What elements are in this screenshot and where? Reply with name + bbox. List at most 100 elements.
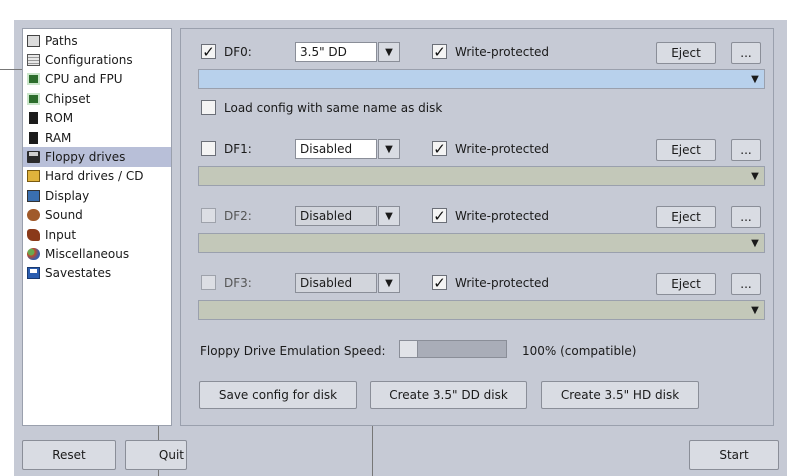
df0-type-select[interactable]: 3.5" DD	[295, 42, 377, 62]
sidebar-item-label: Paths	[45, 33, 78, 48]
df3-write-protected-checkbox[interactable]: ✓	[432, 275, 447, 290]
df3-type-select[interactable]: Disabled	[295, 273, 377, 293]
sidebar-item-label: Input	[45, 227, 77, 242]
miscellaneous-icon	[27, 247, 40, 260]
df2-enabled-checkbox[interactable]	[201, 208, 216, 223]
df2-path-field[interactable]	[198, 233, 765, 253]
df3-browse-button[interactable]: ...	[731, 273, 761, 295]
rom-icon	[29, 112, 38, 125]
df0-path-dropdown-arrow[interactable]: ▼	[745, 70, 765, 88]
df2-type-value: Disabled	[300, 209, 353, 223]
sidebar-item-label: Floppy drives	[45, 150, 126, 165]
sidebar-item-miscellaneous[interactable]: Miscellaneous	[23, 244, 171, 263]
df3-path-field[interactable]	[198, 300, 765, 320]
df0-type-value: 3.5" DD	[300, 45, 347, 59]
df1-write-protected-label: Write-protected	[455, 142, 550, 156]
sidebar-item-label: Miscellaneous	[45, 246, 130, 261]
sidebar-item-label: ROM	[45, 111, 74, 126]
df3-label: DF3:	[224, 276, 252, 290]
sidebar-item-hard-drives[interactable]: Hard drives / CD	[23, 167, 171, 186]
df3-write-protected-label: Write-protected	[455, 276, 550, 290]
sidebar-item-configurations[interactable]: Configurations	[23, 50, 171, 69]
df3-eject-button[interactable]: Eject	[656, 273, 716, 295]
df0-browse-button[interactable]: ...	[731, 42, 761, 64]
sidebar-item-label: Chipset	[45, 91, 91, 106]
df1-path-dropdown-arrow[interactable]: ▼	[745, 167, 765, 185]
df0-enabled-checkbox[interactable]: ✓	[201, 44, 216, 59]
chevron-down-icon: ▼	[385, 277, 393, 289]
chevron-down-icon: ▼	[751, 304, 759, 316]
reset-button[interactable]: Reset	[22, 440, 116, 470]
sidebar-item-sound[interactable]: Sound	[23, 206, 171, 225]
sidebar-item-rom[interactable]: ROM	[23, 109, 171, 128]
sidebar-item-label: Display	[45, 188, 90, 203]
sound-icon	[27, 209, 40, 222]
chevron-down-icon: ▼	[751, 170, 759, 182]
df2-type-select[interactable]: Disabled	[295, 206, 377, 226]
df0-type-dropdown-arrow[interactable]: ▼	[378, 42, 400, 62]
chevron-down-icon: ▼	[385, 46, 393, 58]
df3-enabled-checkbox[interactable]	[201, 275, 216, 290]
chevron-down-icon: ▼	[751, 237, 759, 249]
settings-sidebar: Paths Configurations CPU and FPU Chipset…	[22, 28, 172, 426]
df1-eject-button[interactable]: Eject	[656, 139, 716, 161]
speed-value: 100% (compatible)	[522, 344, 637, 358]
df1-label: DF1:	[224, 142, 252, 156]
ram-icon	[29, 131, 38, 144]
sidebar-item-label: Hard drives / CD	[45, 169, 144, 184]
display-icon	[27, 189, 40, 202]
df2-eject-button[interactable]: Eject	[656, 206, 716, 228]
df3-path-dropdown-arrow[interactable]: ▼	[745, 301, 765, 319]
df0-eject-button[interactable]: Eject	[656, 42, 716, 64]
harddrive-icon	[27, 170, 40, 183]
sidebar-item-ram[interactable]: RAM	[23, 128, 171, 147]
sidebar-item-label: Sound	[45, 208, 83, 223]
sidebar-item-floppy-drives[interactable]: Floppy drives	[23, 147, 171, 167]
df0-write-protected-checkbox[interactable]: ✓	[432, 44, 447, 59]
sidebar-item-display[interactable]: Display	[23, 186, 171, 205]
sidebar-item-paths[interactable]: Paths	[23, 31, 171, 50]
start-button[interactable]: Start	[689, 440, 779, 470]
df0-path-field[interactable]	[198, 69, 765, 89]
speed-slider-handle[interactable]	[400, 341, 418, 357]
sidebar-item-cpu-fpu[interactable]: CPU and FPU	[23, 70, 171, 89]
configurations-icon	[27, 54, 40, 67]
df2-write-protected-checkbox[interactable]: ✓	[432, 208, 447, 223]
sidebar-item-label: CPU and FPU	[45, 72, 123, 87]
chipset-icon	[27, 92, 40, 105]
create-hd-disk-button[interactable]: Create 3.5" HD disk	[541, 381, 699, 409]
df2-type-dropdown-arrow[interactable]: ▼	[378, 206, 400, 226]
speed-label: Floppy Drive Emulation Speed:	[200, 344, 386, 358]
df1-browse-button[interactable]: ...	[731, 139, 761, 161]
sidebar-item-label: Configurations	[45, 53, 133, 68]
sidebar-item-chipset[interactable]: Chipset	[23, 89, 171, 108]
input-icon	[27, 228, 40, 241]
chevron-down-icon: ▼	[385, 143, 393, 155]
create-dd-disk-button[interactable]: Create 3.5" DD disk	[370, 381, 527, 409]
df2-label: DF2:	[224, 209, 252, 223]
load-config-label: Load config with same name as disk	[224, 101, 443, 115]
df1-type-dropdown-arrow[interactable]: ▼	[378, 139, 400, 159]
callout-line-paths	[0, 69, 23, 70]
df1-enabled-checkbox[interactable]	[201, 141, 216, 156]
sidebar-item-savestates[interactable]: Savestates	[23, 264, 171, 283]
quit-button[interactable]: Quit	[125, 440, 187, 470]
cpu-chip-icon	[27, 73, 40, 86]
df0-label: DF0:	[224, 45, 252, 59]
df1-write-protected-checkbox[interactable]: ✓	[432, 141, 447, 156]
speed-slider[interactable]	[399, 340, 507, 358]
chevron-down-icon: ▼	[385, 210, 393, 222]
save-config-button[interactable]: Save config for disk	[199, 381, 357, 409]
paths-icon	[27, 34, 40, 47]
floppy-icon	[27, 151, 40, 164]
df2-browse-button[interactable]: ...	[731, 206, 761, 228]
sidebar-item-input[interactable]: Input	[23, 225, 171, 244]
load-config-checkbox[interactable]	[201, 100, 216, 115]
df3-type-dropdown-arrow[interactable]: ▼	[378, 273, 400, 293]
df1-type-select[interactable]: Disabled	[295, 139, 377, 159]
sidebar-item-label: Savestates	[45, 266, 112, 281]
df1-path-field[interactable]	[198, 166, 765, 186]
savestates-icon	[27, 267, 40, 280]
df2-path-dropdown-arrow[interactable]: ▼	[745, 234, 765, 252]
df1-type-value: Disabled	[300, 142, 353, 156]
